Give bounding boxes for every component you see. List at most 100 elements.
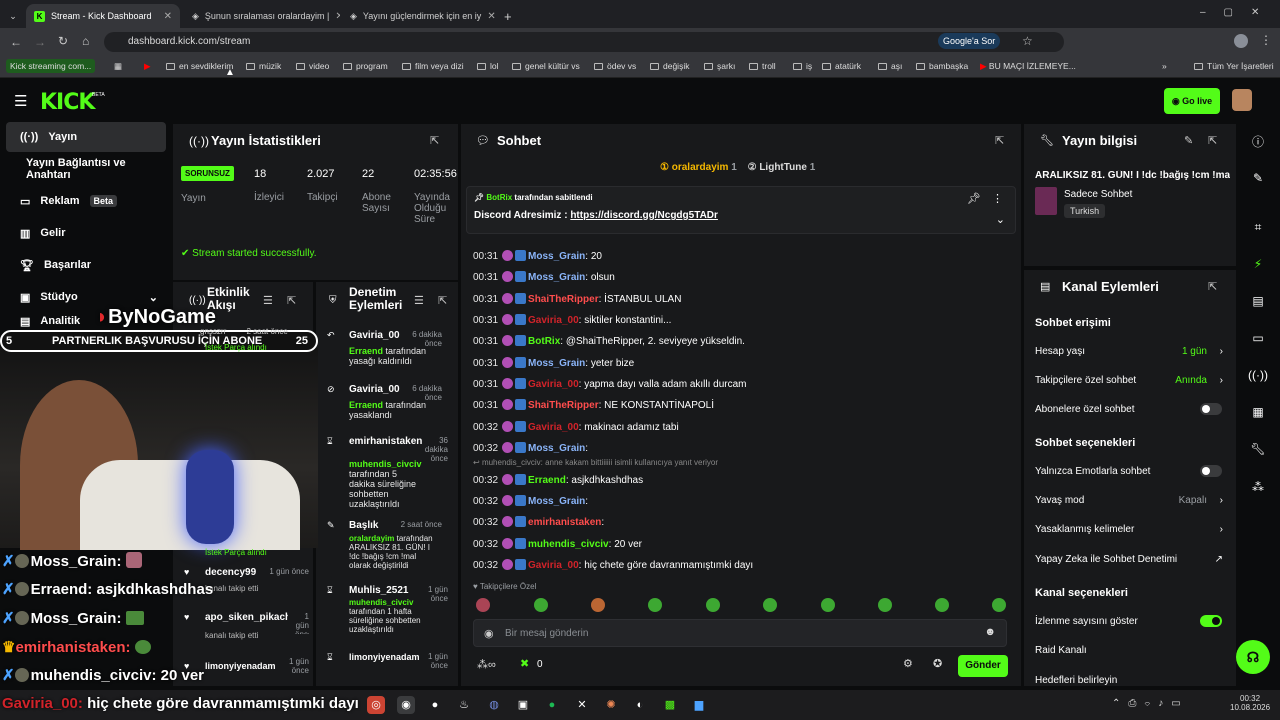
slow-mode-row[interactable]: Yavaş mod Kapalı › — [1035, 495, 1225, 506]
message-user[interactable]: Gaviria_00 — [528, 315, 579, 326]
gear-icon[interactable]: ⚙ — [903, 657, 913, 670]
app-icon[interactable]: ▩ — [661, 696, 679, 714]
crop-icon[interactable]: ⌗ — [1245, 214, 1271, 240]
kick-logo[interactable]: KICK — [40, 90, 95, 115]
bookmark-folder[interactable]: değişik — [650, 61, 689, 71]
message-user[interactable]: Moss_Grain — [528, 251, 585, 262]
message-user[interactable]: emirhanistaken — [528, 517, 601, 528]
emote-icon[interactable] — [821, 598, 835, 612]
hamburger-icon[interactable]: ☰ — [14, 92, 27, 110]
url-input[interactable]: dashboard.kick.com/stream — [104, 32, 1064, 52]
obs-icon[interactable]: ● — [426, 696, 444, 714]
bookmark-folder[interactable]: troll — [749, 61, 776, 71]
bookmark-folder[interactable]: şarkı — [704, 61, 735, 71]
message-user[interactable]: Moss_Grain — [528, 358, 585, 369]
chevron-down-icon[interactable]: ⌄ — [996, 213, 1005, 226]
emote-only-toggle[interactable] — [1200, 465, 1222, 477]
emote-icon[interactable] — [534, 598, 548, 612]
avatar[interactable] — [1232, 89, 1252, 111]
bookmark-folder[interactable]: en sevdiklerim — [166, 61, 233, 71]
broadcast-icon[interactable]: ((·)) — [1245, 362, 1271, 388]
document-icon[interactable]: ▤ — [1245, 288, 1271, 314]
bookmark-kick[interactable]: Kick streaming com... — [6, 59, 96, 73]
bookmark-folder[interactable]: genel kültür vs — [512, 61, 580, 71]
info-icon[interactable]: ⓘ — [1245, 128, 1271, 154]
message-user[interactable]: Gaviria_00 — [528, 422, 579, 433]
more-bookmarks-icon[interactable]: » — [1162, 61, 1167, 71]
system-tray[interactable]: ⌃⎙⌔♪▭ — [1112, 698, 1189, 709]
calendar-icon[interactable]: ▦ — [1245, 399, 1271, 425]
dots-icon[interactable]: ⁂ — [1245, 474, 1271, 500]
message-user[interactable]: Gaviria_00 — [528, 560, 579, 571]
forward-icon[interactable]: → — [34, 35, 46, 49]
bookmark-youtube[interactable]: ▶ BU MAÇI İZLEMEYE... — [980, 61, 1076, 72]
message-user[interactable]: muhendis_civciv — [528, 539, 609, 550]
emote-icon[interactable] — [648, 598, 662, 612]
bookmark-folder[interactable]: iş — [793, 61, 812, 71]
emote-icon[interactable] — [935, 598, 949, 612]
message-user[interactable]: Moss_Grain — [528, 272, 585, 283]
chat-icon[interactable]: ▭ — [1245, 325, 1271, 351]
google-ask-button[interactable]: Google'a Sor — [938, 33, 1001, 49]
message-user[interactable]: Erraend — [528, 475, 566, 486]
show-viewers-toggle[interactable] — [1200, 615, 1222, 627]
emote-icon[interactable] — [878, 598, 892, 612]
window-controls[interactable]: –▢✕ — [1200, 7, 1277, 18]
chat-input[interactable]: ◉ Bir mesaj gönderin ☻ — [473, 619, 1007, 647]
bookmark-folder[interactable]: bambaşka — [916, 61, 968, 71]
sidebar-item-achievements[interactable]: 🏆︎ Başarılar — [6, 250, 166, 280]
all-bookmarks[interactable]: Tüm Yer İşaretleri — [1194, 61, 1274, 71]
goals-row[interactable]: Hedefleri belirleyin — [1035, 675, 1117, 685]
banned-words-row[interactable]: Yasaklanmış kelimeler › — [1035, 524, 1225, 535]
message-user[interactable]: ShaiTheRipper — [528, 294, 599, 305]
tab-list-button[interactable]: ⌄ — [4, 4, 22, 28]
emote-icon[interactable] — [763, 598, 777, 612]
youtube-icon[interactable]: ▶ — [144, 61, 151, 72]
sidebar-item-yayin[interactable]: ((·)) Yayın — [6, 122, 166, 152]
send-button[interactable]: Gönder — [958, 655, 1008, 677]
mod-tools-icon[interactable]: ✪ — [933, 657, 942, 670]
chrome-icon[interactable]: ◉ — [397, 696, 415, 714]
edit-icon[interactable]: ✎ — [1184, 134, 1193, 147]
bookmark-folder[interactable]: program — [343, 61, 388, 71]
new-tab-button[interactable]: + — [504, 4, 520, 28]
edit-icon[interactable]: ✎ — [1245, 165, 1271, 191]
followers-chat-row[interactable]: Takipçilere özel sohbet Anında › — [1035, 375, 1225, 386]
back-icon[interactable]: ← — [10, 35, 22, 49]
lightning-icon[interactable]: ⚡︎ — [1245, 251, 1271, 277]
message-user[interactable]: Moss_Grain — [528, 496, 585, 507]
steam-icon[interactable]: ♨ — [455, 696, 473, 714]
sidebar-item-ads[interactable]: ▭ Reklam Beta — [6, 186, 166, 216]
profile-icon[interactable] — [1234, 34, 1248, 48]
filter-icon[interactable]: ☰ — [414, 294, 424, 307]
chat-tools-icon[interactable]: ⁂∞ — [477, 658, 496, 671]
emote-icon[interactable] — [591, 598, 605, 612]
x-icon[interactable]: ✕ — [573, 696, 591, 714]
ai-mod-row[interactable]: Yapay Zeka ile Sohbet Denetimi ↗ — [1035, 554, 1225, 565]
spotify-icon[interactable]: ● — [543, 696, 561, 714]
account-age-row[interactable]: Hesap yaşı 1 gün › — [1035, 346, 1225, 357]
files-icon[interactable]: ▣ — [514, 696, 532, 714]
popout-icon[interactable]: ⇱ — [430, 134, 439, 147]
popout-icon[interactable]: ⇱ — [287, 294, 296, 307]
go-live-button[interactable]: ◉ Go live — [1164, 88, 1220, 114]
tab-stream[interactable]: K Stream - Kick Dashboard ✕ — [26, 4, 180, 28]
bookmark-folder[interactable]: aşı — [878, 61, 902, 71]
tab-ranking[interactable]: ◈ Şunun sıralaması oralardayim | ✕ — [184, 4, 340, 28]
bookmark-folder[interactable]: ödev vs — [594, 61, 636, 71]
menu-icon[interactable]: ⋮ — [1260, 33, 1272, 47]
emoji-icon[interactable]: ☻ — [984, 626, 996, 638]
pin-icon[interactable]: 📌︎ — [967, 192, 981, 205]
close-icon[interactable]: ✕ — [335, 11, 340, 22]
support-button[interactable]: ☊ — [1236, 640, 1270, 674]
message-user[interactable]: BotRix — [528, 336, 560, 347]
discord-link[interactable]: https://discord.gg/Ncgdg5TADr — [570, 210, 718, 221]
popout-icon[interactable]: ⇱ — [1208, 280, 1217, 293]
message-user[interactable]: Gaviria_00 — [528, 379, 579, 390]
app-icon[interactable]: ◐ — [631, 696, 649, 714]
close-icon[interactable]: ✕ — [164, 11, 172, 22]
tab-boost[interactable]: ◈ Yayını güçlendirmek için en iy ✕ — [342, 4, 498, 28]
app-icon[interactable]: ▆ — [690, 696, 708, 714]
close-icon[interactable]: ✕ — [487, 11, 495, 22]
more-icon[interactable]: ⋮ — [992, 192, 1003, 205]
